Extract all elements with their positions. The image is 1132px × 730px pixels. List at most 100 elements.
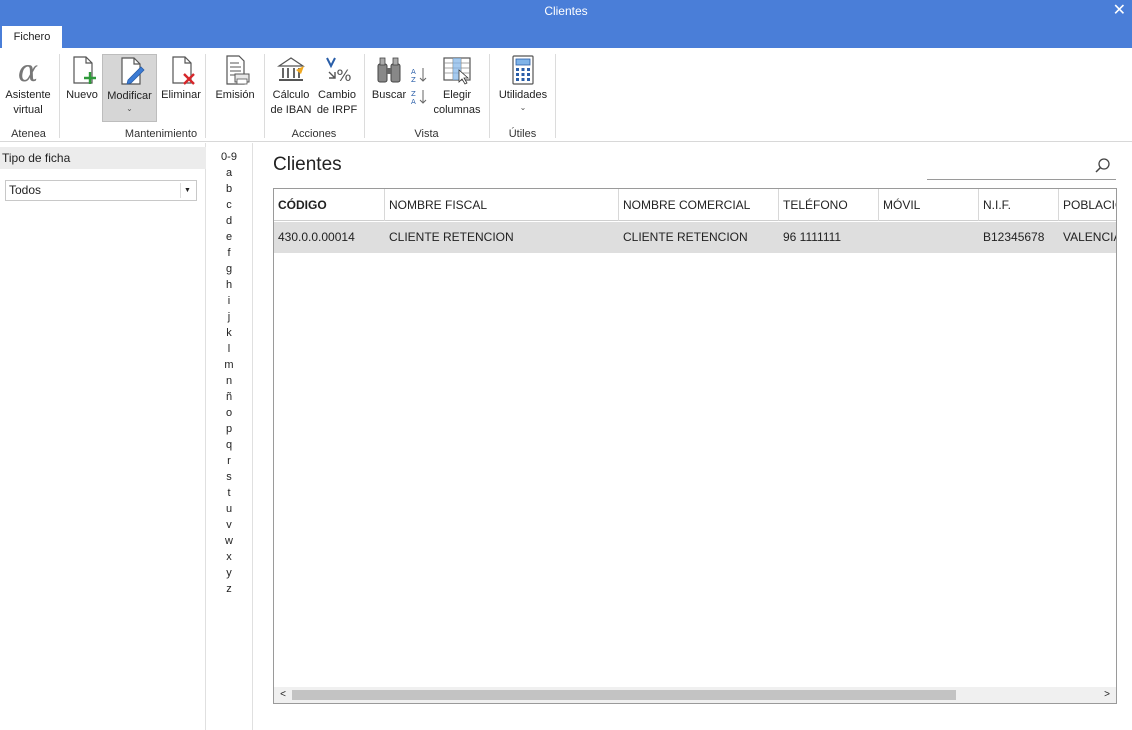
button-divider [205,54,206,138]
column-header-telefono[interactable]: TELÉFONO [779,189,879,221]
filter-pane: Tipo de ficha Todos ▼ [0,143,206,730]
bank-icon [277,57,305,81]
tipo-ficha-value: Todos [9,183,42,197]
column-header-codigo[interactable]: CÓDIGO [274,189,385,221]
utilidades-label: Utilidades [498,89,548,101]
emision-label: Emisión [215,89,255,101]
table-header: CÓDIGO NOMBRE FISCAL NOMBRE COMERCIAL TE… [274,189,1116,221]
eliminar-button[interactable]: Eliminar [159,54,203,103]
alphabet-letter[interactable]: e [206,230,252,244]
cell-telefono: 96 1111111 [783,230,842,244]
alphabet-letter[interactable]: h [206,278,252,292]
column-header-nif[interactable]: N.I.F. [979,189,1059,221]
alphabet-letter[interactable]: q [206,438,252,452]
buscar-button[interactable]: Buscar [369,54,409,103]
percent-icon: % [326,57,352,85]
edit-document-icon [120,57,145,85]
alphabet-letter[interactable]: v [206,518,252,532]
binoculars-icon [377,57,401,83]
cell-poblacion: VALENCIA [1063,230,1117,244]
alphabet-letter[interactable]: x [206,550,252,564]
title-bar: Clientes ✕ [0,0,1132,24]
alphabet-letter[interactable]: g [206,262,252,276]
tipo-ficha-select[interactable]: Todos ▼ [5,180,197,201]
group-label-mantenimiento: Mantenimiento [124,128,198,140]
svg-text:A: A [411,68,416,76]
cell-nombre-fiscal: CLIENTE RETENCION [389,230,514,244]
new-document-icon [73,56,96,84]
alphabet-letter[interactable]: y [206,566,252,580]
cell-movil [879,222,979,253]
alphabet-letter[interactable]: c [206,198,252,212]
group-label-acciones: Acciones [291,128,337,140]
svg-text:Z: Z [411,76,416,84]
alphabet-letter[interactable]: j [206,310,252,324]
scroll-thumb[interactable] [292,690,956,700]
column-header-movil[interactable]: MÓVIL [879,189,979,221]
calculator-icon [512,55,534,85]
alphabet-letter[interactable]: s [206,470,252,484]
sort-az-icon: A Z [411,68,427,84]
tab-fichero[interactable]: Fichero [2,26,62,48]
close-icon[interactable]: ✕ [1113,0,1126,22]
utilidades-button[interactable]: Utilidades ⌄ [494,54,552,113]
asistente-virtual-button[interactable]: α Asistente virtual [2,54,54,118]
ribbon-group-utiles: Utilidades ⌄ Útiles [490,48,555,142]
window-title: Clientes [544,4,588,18]
elegir-columnas-button[interactable]: Elegir columnas [431,54,483,118]
eliminar-label: Eliminar [161,89,201,101]
alphabet-letter[interactable]: z [206,582,252,596]
column-header-nombre-comercial[interactable]: NOMBRE COMERCIAL [619,189,779,221]
alphabet-letter[interactable]: 0-9 [206,150,252,164]
alphabet-letter[interactable]: l [206,342,252,356]
columns-icon [443,57,471,85]
sort-ascending-button[interactable]: A Z [409,66,429,89]
svg-text:α: α [18,54,38,86]
horizontal-scrollbar[interactable]: < > [274,687,1116,703]
alphabet-letter[interactable]: i [206,294,252,308]
alpha-icon: α [18,54,38,86]
elegir-columnas-label: Elegir columnas [433,89,481,116]
alphabet-letter[interactable]: d [206,214,252,228]
alphabet-letter[interactable]: k [206,326,252,340]
cambio-irpf-button[interactable]: % Cambio de IRPF [315,54,359,118]
cell-nombre-comercial: CLIENTE RETENCION [623,230,748,244]
alphabet-letter[interactable]: r [206,454,252,468]
group-label-atenea: Atenea [11,128,46,140]
delete-document-icon [172,56,195,85]
alphabet-letter[interactable]: ñ [206,390,252,404]
alphabet-letter[interactable]: o [206,406,252,420]
calculo-iban-label: Cálculo de IBAN [270,89,312,116]
alphabet-letter[interactable]: u [206,502,252,516]
ribbon-group-acciones: Cálculo de IBAN % Cambio de IRPF Accione… [265,48,363,142]
search-input[interactable] [927,156,1116,180]
scroll-right-icon[interactable]: > [1100,687,1114,703]
column-header-nombre-fiscal[interactable]: NOMBRE FISCAL [385,189,619,221]
alphabet-letter[interactable]: b [206,182,252,196]
ribbon-tab-strip: Fichero [0,24,1132,48]
modificar-button[interactable]: Modificar ⌄ [102,54,157,122]
filter-pane-header: Tipo de ficha [0,147,206,169]
alphabet-letter[interactable]: n [206,374,252,388]
alphabet-letter[interactable]: f [206,246,252,260]
alphabet-letter[interactable]: t [206,486,252,500]
ribbon: α Asistente virtual Atenea Nuevo Modific… [0,48,1132,142]
column-header-poblacion[interactable]: POBLACIÓN [1059,189,1116,221]
modificar-label: Modificar [107,90,152,102]
alphabet-letter[interactable]: w [206,534,252,548]
calculo-iban-button[interactable]: Cálculo de IBAN [269,54,313,118]
buscar-label: Buscar [371,89,407,101]
group-label-vista: Vista [414,128,439,140]
table-row[interactable]: 430.0.0.00014 CLIENTE RETENCION CLIENTE … [274,222,1117,253]
alphabet-letter[interactable]: m [206,358,252,372]
nuevo-button[interactable]: Nuevo [64,54,100,103]
alphabet-letter[interactable]: p [206,422,252,436]
chevron-down-icon: ⌄ [519,103,527,112]
alphabet-letter[interactable]: a [206,166,252,180]
emision-button[interactable]: Emisión [213,54,257,103]
alphabet-filter: 0-9 a b c d e f g h i j k l m n ñ o p q r s t u v w x y z [206,143,253,730]
search-icon [1095,158,1110,173]
sort-descending-button[interactable]: Z A [409,88,429,111]
scroll-left-icon[interactable]: < [276,687,290,703]
ribbon-group-atenea: α Asistente virtual Atenea [0,48,57,142]
